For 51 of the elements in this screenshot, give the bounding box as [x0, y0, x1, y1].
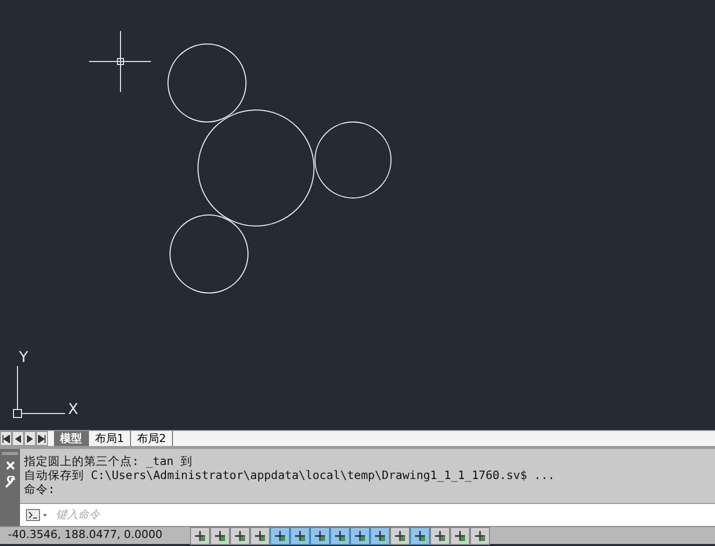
toggle-icon: [354, 530, 366, 542]
status-toggle-button[interactable]: [430, 526, 450, 544]
previous-tab-button[interactable]: [12, 431, 24, 446]
status-toggle-button[interactable]: [330, 526, 350, 544]
close-icon[interactable]: [6, 461, 14, 470]
right-triangle-icon[interactable]: [26, 434, 34, 442]
command-history-line: 自动保存到 C:\Users\Administrator\appdata\local\temp\Drawing1_1_1_1760.sv$ ...: [24, 468, 556, 482]
status-toggle-button[interactable]: [450, 526, 470, 544]
toggle-icon: [274, 530, 286, 542]
status-toggle-button[interactable]: [190, 526, 210, 544]
first-tab-button[interactable]: [0, 431, 12, 446]
crosshair-cursor: [88, 30, 152, 92]
command-history-line: 命令:: [24, 482, 56, 496]
status-toggle-button[interactable]: [250, 526, 270, 544]
toggle-icon: [414, 530, 426, 542]
toggle-icon: [314, 530, 326, 542]
next-tab-button[interactable]: [24, 431, 36, 446]
ucs-axes-icon: [13, 366, 66, 418]
toggle-icon: [434, 530, 446, 542]
status-toggle-button[interactable]: [410, 526, 430, 544]
toggle-icon: [374, 530, 386, 542]
grip-icon[interactable]: [2, 452, 18, 455]
toggle-icon: [194, 530, 206, 542]
toggle-icon: [334, 530, 346, 542]
first-icon[interactable]: [2, 434, 10, 442]
coordinates-readout: -40.3546, 188.0477, 0.0000: [7, 527, 164, 544]
command-input-field[interactable]: 键入命令: [54, 506, 715, 524]
axis-label: Y: [19, 348, 28, 366]
status-toggle-button[interactable]: [270, 526, 290, 544]
status-toggle-button[interactable]: [470, 526, 490, 544]
toggle-icon: [474, 530, 486, 542]
command-history-line: 指定圆上的第三个点: _tan 到: [24, 454, 194, 468]
last-tab-button[interactable]: [36, 431, 48, 446]
status-toggle-button[interactable]: [350, 526, 370, 544]
prompt-icon[interactable]: [26, 509, 48, 521]
toggle-icon: [214, 530, 226, 542]
toggle-icon: [234, 530, 246, 542]
status-toggle-button[interactable]: [230, 526, 250, 544]
status-toggle-button[interactable]: [370, 526, 390, 544]
toggle-icon: [294, 530, 306, 542]
status-toggle-button[interactable]: [390, 526, 410, 544]
status-toggle-button[interactable]: [310, 526, 330, 544]
status-toggle-button[interactable]: [290, 526, 310, 544]
toggle-icon: [394, 530, 406, 542]
axis-label: X: [68, 400, 78, 418]
left-triangle-icon[interactable]: [14, 434, 22, 442]
last-icon[interactable]: [38, 434, 46, 442]
status-toggle-button[interactable]: [210, 526, 230, 544]
toggle-icon: [454, 530, 466, 542]
layout-tab[interactable]: 模型: [54, 431, 89, 446]
toggle-icon: [254, 530, 266, 542]
